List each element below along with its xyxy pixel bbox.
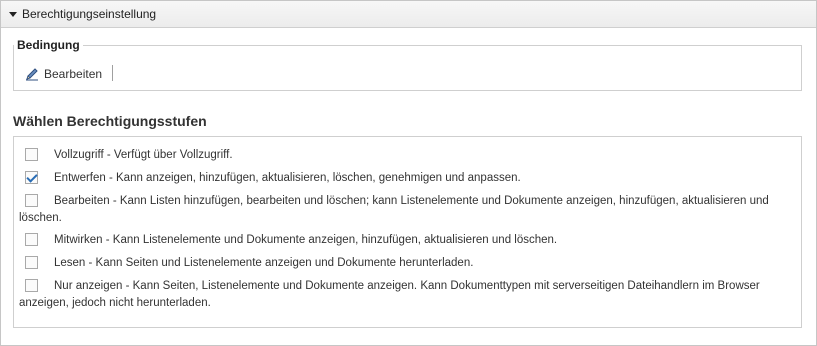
- permission-label-edit: Bearbeiten - Kann Listen hinzufügen, bea…: [19, 195, 769, 224]
- pencil-icon: [26, 68, 38, 81]
- permission-label-contribute: Mitwirken - Kann Listenelemente und Doku…: [54, 234, 558, 246]
- condition-legend: Bedingung: [14, 38, 83, 52]
- permission-checkbox-read[interactable]: [25, 256, 38, 269]
- permission-checkbox-edit[interactable]: [25, 194, 38, 207]
- permission-option-view-only: Nur anzeigen - Kann Seiten, Listenelemen…: [19, 278, 795, 312]
- permission-option-read: Lesen - Kann Seiten und Listenelemente a…: [19, 255, 795, 272]
- section-title: Berechtigungseinstellung: [22, 7, 157, 21]
- permission-option-design: Entwerfen - Kann anzeigen, hinzufügen, a…: [19, 170, 795, 187]
- edit-condition-button[interactable]: Bearbeiten: [25, 65, 102, 83]
- permission-checkbox-contribute[interactable]: [25, 233, 38, 246]
- permission-option-full-control: Vollzugriff - Verfügt über Vollzugriff.: [19, 147, 795, 164]
- toolbar-separator: [112, 65, 113, 81]
- permission-option-edit: Bearbeiten - Kann Listen hinzufügen, bea…: [19, 193, 795, 227]
- permission-checkbox-full-control[interactable]: [25, 148, 38, 161]
- permission-label-view-only: Nur anzeigen - Kann Seiten, Listenelemen…: [19, 280, 760, 309]
- permission-checkbox-design[interactable]: [25, 171, 38, 184]
- condition-fieldset: [13, 45, 802, 91]
- collapse-caret-icon[interactable]: [9, 11, 17, 17]
- permission-label-full-control: Vollzugriff - Verfügt über Vollzugriff.: [54, 149, 233, 161]
- section-header[interactable]: Berechtigungseinstellung: [1, 1, 816, 28]
- edit-condition-label: Bearbeiten: [44, 67, 103, 81]
- permission-levels-title: Wählen Berechtigungsstufen: [13, 113, 207, 129]
- permission-checkbox-view-only[interactable]: [25, 279, 38, 292]
- permission-option-contribute: Mitwirken - Kann Listenelemente und Doku…: [19, 232, 795, 249]
- permission-label-design: Entwerfen - Kann anzeigen, hinzufügen, a…: [54, 172, 521, 184]
- permission-label-read: Lesen - Kann Seiten und Listenelemente a…: [54, 257, 474, 269]
